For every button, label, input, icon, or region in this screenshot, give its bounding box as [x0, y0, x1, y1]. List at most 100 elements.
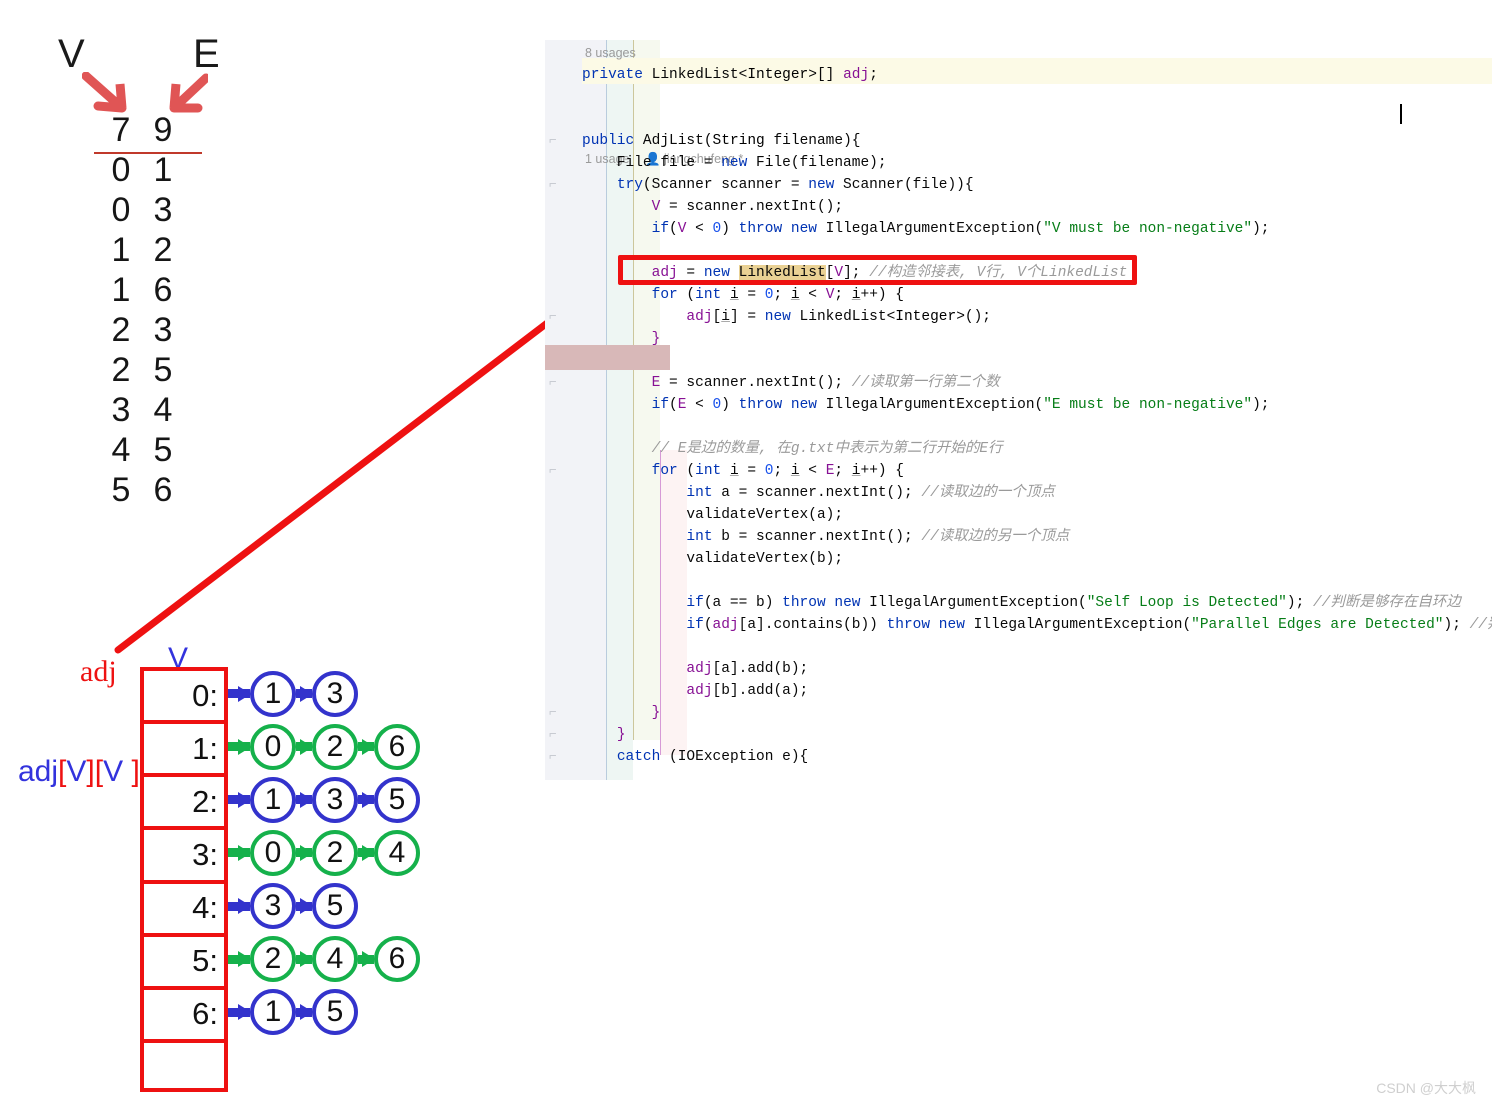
fold-marker-icon[interactable]: ⌐	[549, 178, 561, 191]
ve-edge-row: 01	[100, 150, 184, 190]
adj-node: 4	[312, 936, 358, 983]
code-line-2[interactable]: File file = new File(filename);	[582, 152, 887, 174]
ve-cell: 7	[111, 110, 131, 149]
adj-node: 3	[250, 883, 296, 930]
ve-cell: 5	[153, 430, 173, 469]
code-line-16[interactable]: int b = scanner.nextInt(); //读取边的另一个顶点	[582, 526, 1069, 548]
adj-cell-index: 3:	[192, 836, 218, 872]
ve-edge-row: 23	[100, 310, 184, 350]
code-line-12[interactable]: // E是边的数量, 在g.txt中表示为第二行开始的E行	[582, 438, 1003, 460]
adj-array-label: adj[V][V ]	[18, 755, 140, 788]
ve-cell: 1	[153, 150, 173, 189]
code-line-19[interactable]: if(adj[a].contains(b)) throw new Illegal…	[582, 614, 1492, 636]
usages-hint-field[interactable]: 8 usages	[585, 46, 636, 60]
ve-cell: 2	[153, 230, 173, 269]
code-line-17[interactable]: validateVertex(b);	[582, 548, 843, 570]
code-line-23[interactable]: }	[582, 724, 626, 746]
code-line-4[interactable]: V = scanner.nextInt();	[582, 196, 843, 218]
adj-linked-list-row: 026	[228, 720, 420, 773]
adj-link-arrow-icon	[296, 1007, 312, 1017]
code-line-10[interactable]: E = scanner.nextInt(); //读取第一行第二个数	[582, 372, 1000, 394]
e-header-label: E	[193, 32, 220, 76]
adj-cell-index: 5:	[192, 943, 218, 979]
ve-edge-row: 12	[100, 230, 184, 270]
code-line-22[interactable]: }	[582, 702, 661, 724]
adj-node: 2	[312, 723, 358, 770]
adj-link-arrow-icon	[228, 954, 250, 964]
adj-array-cell: 0:	[144, 671, 224, 725]
adj-node: 1	[250, 670, 296, 717]
ve-cell: 4	[153, 390, 173, 429]
fold-marker-icon[interactable]: ⌐	[549, 750, 561, 763]
adj-link-arrow-icon	[296, 742, 312, 752]
fold-marker-icon[interactable]: ⌐	[549, 134, 561, 147]
adj-node: 2	[312, 829, 358, 876]
ve-cell: 5	[111, 470, 131, 509]
ve-edge-row: 56	[100, 470, 184, 510]
ve-edge-row: 03	[100, 190, 184, 230]
ve-cell: 4	[111, 430, 131, 469]
adjacency-list-diagram: adj adj[V][V ] V 0: 1: 2: 3: 4: 5: 6: 13026135…	[0, 630, 470, 1100]
adj-link-arrow-icon	[228, 742, 250, 752]
adj-node: 6	[374, 723, 420, 770]
code-annotation-box	[618, 255, 1137, 285]
editor-gutter[interactable]: ⌐ ⌐ ⌐ ⌐ ⌐ ⌐ ⌐ ⌐	[545, 40, 582, 780]
adj-node: 5	[312, 989, 358, 1036]
code-line-9[interactable]: }	[582, 328, 661, 350]
ve-cell: 2	[111, 310, 131, 349]
adj-node: 0	[250, 829, 296, 876]
adj-linked-list-row: 13	[228, 667, 358, 720]
adj-linked-list-row: 024	[228, 826, 420, 879]
ve-cell: 0	[111, 190, 131, 229]
adj-node: 6	[374, 936, 420, 983]
adj-array-cell: 5:	[144, 937, 224, 990]
fold-marker-icon[interactable]: ⌐	[549, 728, 561, 741]
ve-divider-rule	[94, 152, 202, 154]
fold-marker-icon[interactable]: ⌐	[549, 464, 561, 477]
ve-edge-row: 45	[100, 430, 184, 470]
adj-link-arrow-icon	[358, 742, 374, 752]
code-line-14[interactable]: int a = scanner.nextInt(); //读取边的一个顶点	[582, 482, 1054, 504]
code-editor-panel[interactable]: ⌐ ⌐ ⌐ ⌐ ⌐ ⌐ ⌐ ⌐ 8 usages 1 usage 👤 jiang…	[545, 40, 1492, 780]
code-line-20[interactable]: adj[a].add(b);	[582, 658, 808, 680]
ve-cell: 6	[153, 470, 173, 509]
code-line-3[interactable]: try(Scanner scanner = new Scanner(file))…	[582, 174, 974, 196]
code-line-7[interactable]: for (int i = 0; i < V; i++) {	[582, 284, 904, 306]
adj-cell-index: 0:	[192, 677, 218, 713]
code-line-5[interactable]: if(V < 0) throw new IllegalArgumentExcep…	[582, 218, 1270, 240]
adj-cell-index: 2:	[192, 783, 218, 819]
code-line-15[interactable]: validateVertex(a);	[582, 504, 843, 526]
ve-cell: 9	[153, 110, 173, 149]
ve-cell: 2	[111, 350, 131, 389]
adj-link-arrow-icon	[228, 1007, 250, 1017]
adj-node: 1	[250, 776, 296, 823]
ve-cell: 5	[153, 350, 173, 389]
code-line-8[interactable]: adj[i] = new LinkedList<Integer>();	[582, 306, 991, 328]
adj-linked-list-row: 15	[228, 986, 358, 1039]
adj-array-table: 0: 1: 2: 3: 4: 5: 6:	[140, 667, 228, 1092]
v-header-label: V	[58, 32, 85, 76]
adj-node: 1	[250, 989, 296, 1036]
code-line-21[interactable]: adj[b].add(a);	[582, 680, 808, 702]
ve-edge-row: 16	[100, 270, 184, 310]
adj-link-arrow-icon	[228, 689, 250, 699]
fold-marker-icon[interactable]: ⌐	[549, 706, 561, 719]
adj-node: 2	[250, 936, 296, 983]
code-line-11[interactable]: if(E < 0) throw new IllegalArgumentExcep…	[582, 394, 1270, 416]
code-line-0[interactable]: private LinkedList<Integer>[] adj;	[582, 64, 878, 86]
adj-link-arrow-icon	[296, 795, 312, 805]
adj-linked-list-row: 35	[228, 880, 358, 933]
code-line-13[interactable]: for (int i = 0; i < E; i++) {	[582, 460, 904, 482]
ve-cell: 3	[153, 310, 173, 349]
adj-link-arrow-icon	[228, 848, 250, 858]
adj-cell-index: 1:	[192, 730, 218, 766]
fold-marker-icon[interactable]: ⌐	[549, 310, 561, 323]
code-line-24[interactable]: catch (IOException e){	[582, 746, 808, 768]
watermark-label: CSDN @大大枫	[1376, 1080, 1476, 1096]
code-line-18[interactable]: if(a == b) throw new IllegalArgumentExce…	[582, 592, 1460, 614]
adj-linked-list-row: 246	[228, 933, 420, 986]
ve-cell: 3	[111, 390, 131, 429]
fold-marker-icon[interactable]: ⌐	[549, 376, 561, 389]
code-line-1[interactable]: public AdjList(String filename){	[582, 130, 860, 152]
ve-cell: 6	[153, 270, 173, 309]
